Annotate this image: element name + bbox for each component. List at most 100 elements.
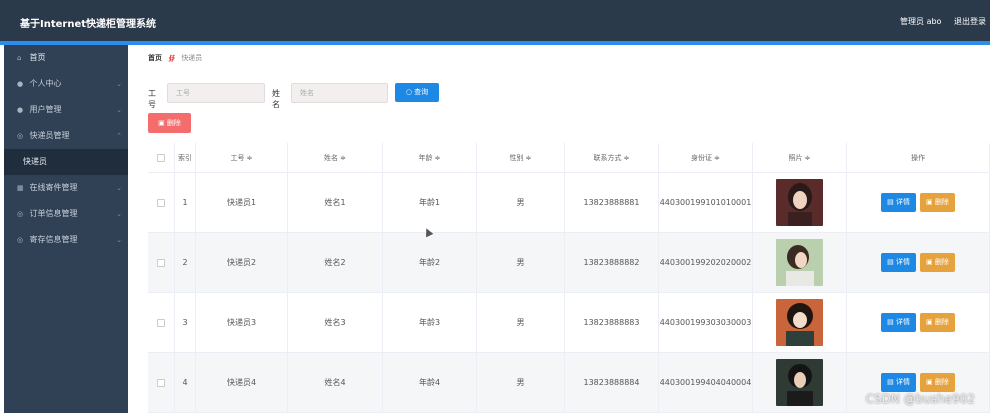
courier-photo xyxy=(776,359,823,406)
courier-icon: ◎ xyxy=(17,132,24,140)
header-gender[interactable]: 性别 ≑ xyxy=(477,143,565,173)
row-checkbox[interactable] xyxy=(157,318,165,327)
cell-gender: 男 xyxy=(477,353,565,413)
sidebar-item-courier-mgmt[interactable]: ◎ 快递员管理 ⌃ xyxy=(4,123,128,149)
breadcrumb: 首页 ∯ 快递员 xyxy=(148,53,202,63)
row-delete-button[interactable]: ▣ 删除 xyxy=(920,373,955,392)
cell-name: 姓名2 xyxy=(288,233,383,293)
courier-photo xyxy=(776,299,823,346)
chevron-down-icon: ⌄ xyxy=(116,210,122,218)
sidebar-item-label: 快递员管理 xyxy=(29,131,70,140)
row-delete-button[interactable]: ▣ 删除 xyxy=(920,253,955,272)
main-content: 首页 ∯ 快递员 工号 工号 姓名 姓名 ○ 查询 ▣ 删除 索引 工号 ≑ 姓… xyxy=(128,45,990,413)
cell-gender: 男 xyxy=(477,173,565,233)
sidebar-item-orders[interactable]: ◎ 订单信息管理 ⌄ xyxy=(4,201,128,227)
cell-age: 年龄4 xyxy=(383,353,477,413)
header-index[interactable]: 索引 xyxy=(175,143,196,173)
sidebar-item-label: 快递员 xyxy=(23,157,47,166)
table-header-row: 索引 工号 ≑ 姓名 ≑ 年龄 ≑ 性别 ≑ 联系方式 ≑ 身份证 ≑ 照片 ≑… xyxy=(148,143,990,173)
cell-phone: 13823888881 xyxy=(565,173,659,233)
header-idcard[interactable]: 身份证 ≑ xyxy=(659,143,753,173)
detail-button[interactable]: ▤ 详情 xyxy=(881,193,916,212)
order-icon: ◎ xyxy=(17,210,24,218)
breadcrumb-separator-icon: ∯ xyxy=(168,54,176,62)
chevron-down-icon: ⌄ xyxy=(116,80,122,88)
detail-button[interactable]: ▤ 详情 xyxy=(881,253,916,272)
cell-code: 快递员4 xyxy=(196,353,288,413)
batch-delete-button[interactable]: ▣ 删除 xyxy=(148,113,191,133)
select-all-checkbox[interactable] xyxy=(157,153,165,162)
header-photo[interactable]: 照片 ≑ xyxy=(753,143,847,173)
name-label: 姓名 xyxy=(272,89,280,109)
top-header: 基于Internet快递柜管理系统 管理员 abo 退出登录 xyxy=(0,0,990,41)
chevron-up-icon: ⌃ xyxy=(116,132,122,140)
cell-code: 快递员3 xyxy=(196,293,288,353)
cell-idcard: 440300199202020002 xyxy=(659,233,753,293)
breadcrumb-current: 快递员 xyxy=(181,54,203,62)
query-button[interactable]: ○ 查询 xyxy=(395,83,439,102)
cell-age: 年龄2 xyxy=(383,233,477,293)
sidebar-item-label: 首页 xyxy=(29,53,46,62)
table-row: 4 快递员4 姓名4 年龄4 男 13823888884 44030019940… xyxy=(148,353,990,413)
row-delete-button[interactable]: ▣ 删除 xyxy=(920,193,955,212)
breadcrumb-home[interactable]: 首页 xyxy=(148,54,162,62)
app-root: 基于Internet快递柜管理系统 管理员 abo 退出登录 ⌂ 首页 ● 个人… xyxy=(0,0,990,413)
cell-phone: 13823888883 xyxy=(565,293,659,353)
row-checkbox[interactable] xyxy=(157,198,165,207)
cell-name: 姓名1 xyxy=(288,173,383,233)
header-name[interactable]: 姓名 ≑ xyxy=(288,143,383,173)
header-phone[interactable]: 联系方式 ≑ xyxy=(565,143,659,173)
cell-name: 姓名4 xyxy=(288,353,383,413)
home-icon: ⌂ xyxy=(17,54,22,62)
select-all-cell xyxy=(148,143,175,173)
cell-index: 4 xyxy=(175,353,196,413)
chevron-down-icon: ⌄ xyxy=(116,106,122,114)
cell-phone: 13823888884 xyxy=(565,353,659,413)
storage-icon: ◎ xyxy=(17,236,24,244)
header-actions: 操作 xyxy=(847,143,990,173)
detail-button[interactable]: ▤ 详情 xyxy=(881,313,916,332)
sidebar-item-label: 用户管理 xyxy=(29,105,62,114)
header-code[interactable]: 工号 ≑ xyxy=(196,143,288,173)
user-icon: ● xyxy=(17,80,24,88)
courier-photo xyxy=(776,179,823,226)
header-user-area: 管理员 abo 退出登录 xyxy=(890,16,986,27)
table-row: 3 快递员3 姓名3 年龄3 男 13823888883 44030019930… xyxy=(148,293,990,353)
cell-age: 年龄1 xyxy=(383,173,477,233)
row-checkbox[interactable] xyxy=(157,258,165,267)
sidebar-item-label: 寄存信息管理 xyxy=(29,235,78,244)
sidebar-item-courier[interactable]: 快递员 xyxy=(4,149,128,175)
cell-index: 1 xyxy=(175,173,196,233)
cell-idcard: 440300199303030003 xyxy=(659,293,753,353)
sidebar-item-online-send[interactable]: ▦ 在线寄件管理 ⌄ xyxy=(4,175,128,201)
code-label: 工号 xyxy=(148,89,156,109)
detail-button[interactable]: ▤ 详情 xyxy=(881,373,916,392)
chevron-down-icon: ⌄ xyxy=(116,184,122,192)
name-input[interactable]: 姓名 xyxy=(291,83,388,103)
cell-phone: 13823888882 xyxy=(565,233,659,293)
code-input[interactable]: 工号 xyxy=(167,83,265,103)
sidebar-item-storage[interactable]: ◎ 寄存信息管理 ⌄ xyxy=(4,227,128,253)
table-row: 2 快递员2 姓名2 年龄2 男 13823888882 44030019920… xyxy=(148,233,990,293)
watermark: CSDN @bushe902 xyxy=(865,392,975,406)
app-title: 基于Internet快递柜管理系统 xyxy=(20,19,157,30)
cell-code: 快递员2 xyxy=(196,233,288,293)
trash-icon: ▣ xyxy=(158,119,165,127)
row-actions: ▤ 详情 ▣ 删除 xyxy=(847,173,990,233)
row-actions: ▤ 详情 ▣ 删除 xyxy=(847,233,990,293)
courier-photo xyxy=(776,239,823,286)
sidebar-item-label: 订单信息管理 xyxy=(29,209,78,218)
cell-gender: 男 xyxy=(477,233,565,293)
table-row: 1 快递员1 姓名1 年龄1 男 13823888881 44030019910… xyxy=(148,173,990,233)
logout-link[interactable]: 退出登录 xyxy=(954,17,986,26)
cell-name: 姓名3 xyxy=(288,293,383,353)
row-delete-button[interactable]: ▣ 删除 xyxy=(920,313,955,332)
sidebar-item-home[interactable]: ⌂ 首页 xyxy=(4,45,128,71)
sidebar: ⌂ 首页 ● 个人中心 ⌄ ● 用户管理 ⌄ ◎ 快递员管理 ⌃ 快递员 ▦ 在… xyxy=(4,45,128,413)
row-checkbox[interactable] xyxy=(157,378,165,387)
header-age[interactable]: 年龄 ≑ xyxy=(383,143,477,173)
cell-idcard: 440300199404040004 xyxy=(659,353,753,413)
sidebar-item-users[interactable]: ● 用户管理 ⌄ xyxy=(4,97,128,123)
row-actions: ▤ 详情 ▣ 删除 xyxy=(847,293,990,353)
sidebar-item-profile[interactable]: ● 个人中心 ⌄ xyxy=(4,71,128,97)
